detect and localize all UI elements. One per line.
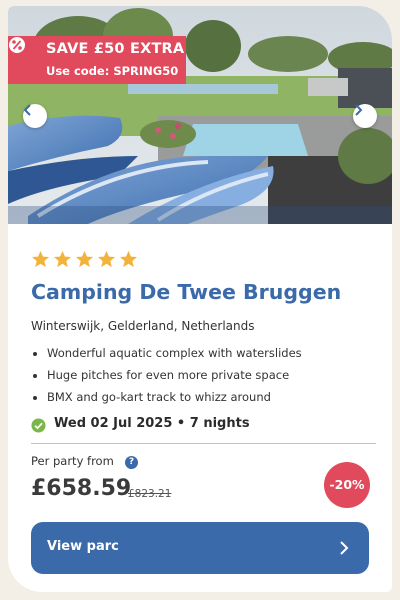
view-parc-button[interactable]: View parc [31,522,369,574]
discount-badge: -20% [324,462,370,508]
stay-date: Wed 02 Jul 2025 • 7 nights [54,416,250,431]
current-price: £658.59 [31,476,132,501]
feature-item: Huge pitches for even more private space [31,364,302,386]
star-rating [31,250,141,272]
park-title[interactable]: Camping De Twee Bruggen [31,280,376,304]
feature-item: Wonderful aquatic complex with waterslid… [31,342,302,364]
feature-item: BMX and go-kart track to whizz around [31,386,302,408]
holiday-park-card: SAVE £50 EXTRA Use code: SPRING50 Campin… [8,6,392,592]
chevron-right-icon [355,104,363,116]
star-icon [97,250,116,268]
gallery-prev-button[interactable] [23,104,47,128]
info-icon[interactable]: ? [125,456,138,469]
percent-badge-icon [9,37,25,53]
promo-banner: SAVE £50 EXTRA Use code: SPRING50 [8,36,186,84]
view-parc-label: View parc [47,539,119,554]
chevron-right-icon [340,541,349,555]
hero-image[interactable]: SAVE £50 EXTRA Use code: SPRING50 [8,6,392,224]
feature-list: Wonderful aquatic complex with waterslid… [31,342,302,408]
star-icon [31,250,50,268]
star-icon [119,250,138,268]
divider [31,443,376,444]
gallery-next-button[interactable] [353,104,377,128]
price-label: Per party from [31,454,114,468]
old-price: £823.21 [128,488,172,500]
chevron-left-icon [23,104,31,116]
check-circle-icon [31,418,46,433]
star-icon [75,250,94,268]
promo-code: Use code: SPRING50 [46,64,179,78]
promo-title: SAVE £50 EXTRA [46,41,185,57]
park-location: Winterswijk, Gelderland, Netherlands [31,319,255,333]
star-icon [53,250,72,268]
